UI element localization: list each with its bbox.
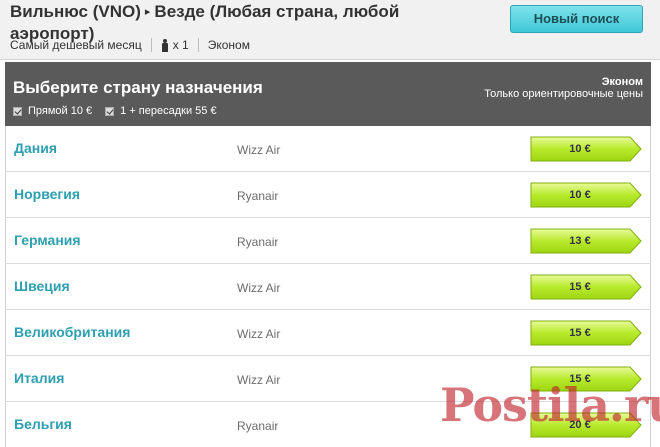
airline-name: Ryanair bbox=[237, 189, 279, 203]
route-arrow-icon: ▸ bbox=[144, 6, 151, 18]
watermark: Postila.ru bbox=[430, 375, 660, 447]
passenger-count[interactable]: x 1 bbox=[173, 38, 189, 52]
airline-name: Wizz Air bbox=[237, 373, 281, 387]
person-icon bbox=[161, 38, 169, 52]
country-link[interactable]: Великобритания bbox=[14, 324, 130, 340]
filter-connections[interactable]: 1 + пересадки 55 € bbox=[105, 105, 217, 117]
price-value: 15 € bbox=[569, 281, 591, 293]
route-title: Вильнюс (VNO) ▸ Везде (Любая страна, любой… bbox=[10, 2, 440, 43]
header: Вильнюс (VNO) ▸ Везде (Любая страна, любой… bbox=[0, 0, 660, 60]
country-link[interactable]: Германия bbox=[14, 232, 81, 248]
list-item[interactable]: Швеция Wizz Air 15 € bbox=[6, 264, 650, 310]
list-item[interactable]: Дания Wizz Air 10 € bbox=[6, 126, 650, 172]
country-link[interactable]: Бельгия bbox=[14, 416, 72, 432]
cabin-class-label: Эконом bbox=[601, 76, 643, 88]
price-value: 10 € bbox=[569, 189, 591, 201]
price-button[interactable]: 13 € bbox=[530, 228, 642, 254]
price-button[interactable]: 15 € bbox=[530, 320, 642, 346]
filter-connections-label: 1 + пересадки 55 € bbox=[120, 105, 217, 117]
results-header: Выберите страну назначения Эконом Только… bbox=[5, 62, 651, 126]
price-note: Эконом Только ориентировочные цены bbox=[484, 76, 643, 100]
country-link[interactable]: Италия bbox=[14, 370, 64, 386]
country-link[interactable]: Швеция bbox=[14, 278, 70, 294]
country-link[interactable]: Дания bbox=[14, 140, 57, 156]
airline-name: Ryanair bbox=[237, 419, 279, 433]
list-item[interactable]: Германия Ryanair 13 € bbox=[6, 218, 650, 264]
airline-name: Wizz Air bbox=[237, 281, 281, 295]
panel-title: Выберите страну назначения bbox=[13, 78, 263, 97]
airline-name: Ryanair bbox=[237, 235, 279, 249]
list-item[interactable]: Великобритания Wizz Air 15 € bbox=[6, 310, 650, 356]
price-button[interactable]: 10 € bbox=[530, 182, 642, 208]
checkbox-direct[interactable] bbox=[13, 106, 22, 116]
filter-direct[interactable]: Прямой 10 € bbox=[13, 105, 92, 117]
search-meta: Самый дешевый месяц x 1 Эконом bbox=[10, 38, 250, 52]
origin: Вильнюс (VNO) bbox=[10, 2, 141, 21]
price-value: 10 € bbox=[569, 143, 591, 155]
watermark-text: Postila.ru bbox=[440, 378, 660, 432]
new-search-button[interactable]: Новый поиск bbox=[510, 5, 643, 33]
price-button[interactable]: 10 € bbox=[530, 136, 642, 162]
filter-direct-label: Прямой 10 € bbox=[28, 105, 93, 117]
airline-name: Wizz Air bbox=[237, 143, 281, 157]
checkbox-connections[interactable] bbox=[105, 106, 115, 116]
divider bbox=[150, 38, 152, 52]
airline-name: Wizz Air bbox=[237, 327, 281, 341]
cabin-class[interactable]: Эконом bbox=[208, 38, 250, 52]
list-item[interactable]: Норвегия Ryanair 10 € bbox=[6, 172, 650, 218]
price-value: 13 € bbox=[569, 235, 591, 247]
price-value: 15 € bbox=[569, 327, 591, 339]
divider bbox=[197, 38, 199, 52]
country-link[interactable]: Норвегия bbox=[14, 186, 80, 202]
estimate-note: Только ориентировочные цены bbox=[484, 88, 643, 100]
month-label[interactable]: Самый дешевый месяц bbox=[10, 38, 142, 52]
price-button[interactable]: 15 € bbox=[530, 274, 642, 300]
stops-filters: Прямой 10 € 1 + пересадки 55 € bbox=[13, 105, 230, 117]
